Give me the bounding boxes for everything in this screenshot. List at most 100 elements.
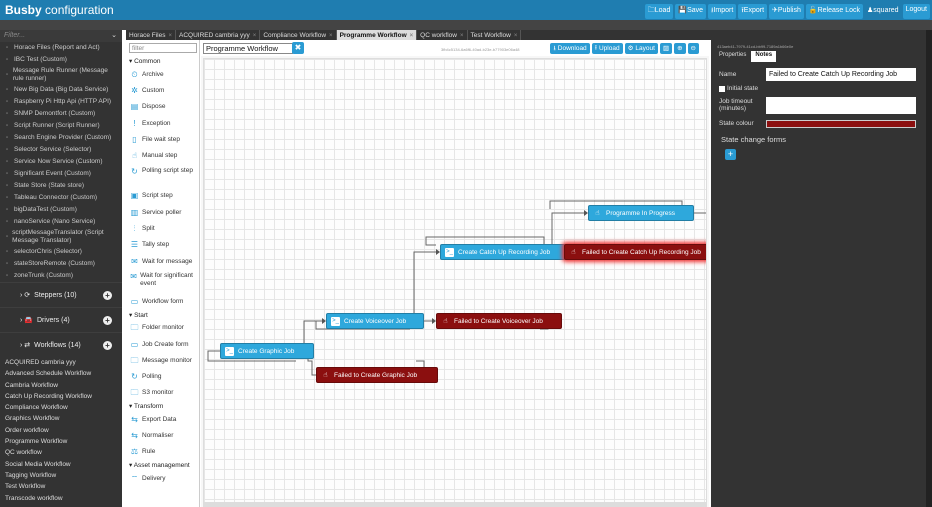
sidebar-service-item[interactable]: ▫ Script Runner (Script Runner): [0, 120, 122, 132]
palette-item[interactable]: ▥ Service poller: [127, 204, 199, 220]
horizontal-scrollbar[interactable]: [203, 503, 707, 507]
sidebar-service-item[interactable]: ▫ SNMP Demontfort (Custom): [0, 108, 122, 120]
close-icon[interactable]: ×: [460, 33, 464, 39]
initial-state-checkbox[interactable]: [719, 85, 725, 92]
sidebar-workflow-item[interactable]: Order workflow: [0, 425, 122, 436]
sidebar-service-item[interactable]: ▫ Raspberry Pi Http Api (HTTP API): [0, 96, 122, 108]
workflow-name-input[interactable]: Programme Workflow: [203, 43, 293, 54]
palette-item[interactable]: ⫶ Split: [127, 220, 199, 236]
sidebar-workflow-item[interactable]: ACQUIRED cambria yyy: [0, 357, 122, 368]
sidebar-service-item[interactable]: ▫ IBC Test (Custom): [0, 54, 122, 66]
sidebar-service-item[interactable]: ▫ New Big Data (Big Data Service): [0, 84, 122, 96]
workflow-node[interactable]: ☝ Failed to Create Graphic Job: [316, 367, 438, 383]
sidebar-workflow-item[interactable]: Compliance Workflow: [0, 402, 122, 413]
palette-item[interactable]: ☰ Tally step: [127, 237, 199, 253]
sidebar-service-item[interactable]: ▫ selectorChris (Selector): [0, 246, 122, 258]
add-icon[interactable]: +: [103, 315, 112, 325]
sidebar-service-item[interactable]: ▫ State Store (State store): [0, 180, 122, 192]
palette-item[interactable]: ▯ File wait step: [127, 131, 199, 147]
sidebar-group[interactable]: › ⇄ Workflows (14) +: [0, 332, 122, 357]
sidebar-workflow-item[interactable]: QC workflow: [0, 447, 122, 458]
add-icon[interactable]: +: [103, 340, 112, 350]
close-icon[interactable]: ×: [514, 33, 518, 39]
sidebar-workflow-item[interactable]: Tagging Workflow: [0, 470, 122, 481]
workflow-grid[interactable]: >_ Create Graphic Job ☝ Failed to Create Gr…: [203, 58, 707, 503]
sidebar-service-item[interactable]: ▫ nanoService (Nano Service): [0, 216, 122, 228]
sidebar-service-item[interactable]: ▫ bigDataTest (Custom): [0, 204, 122, 216]
chevron-down-icon[interactable]: ⌄: [111, 31, 117, 39]
sidebar-group[interactable]: › 🚘 Drivers (4) +: [0, 307, 122, 332]
palette-item[interactable]: ⌔ Delivery: [127, 470, 199, 486]
sidebar-service-item[interactable]: ▫ Search Engine Provider (Custom): [0, 132, 122, 144]
user-menu[interactable]: ♟squared: [865, 4, 901, 19]
sidebar-service-item[interactable]: ▫ Tableau Connector (Custom): [0, 192, 122, 204]
palette-item[interactable]: ⏲ Archive: [127, 66, 199, 82]
right-scrollbar[interactable]: [926, 30, 932, 507]
workflow-node[interactable]: >_ Create Graphic Job: [220, 343, 314, 359]
save-button[interactable]: 💾Save: [675, 4, 707, 19]
palette-item[interactable]: ▭ Job Create form: [127, 336, 199, 352]
close-icon[interactable]: ×: [168, 33, 172, 39]
sidebar-workflow-item[interactable]: Test Workflow: [0, 481, 122, 492]
state-colour-swatch[interactable]: [766, 120, 916, 128]
sidebar-service-item[interactable]: ▫ zoneTrunk (Custom): [0, 270, 122, 282]
palette-item[interactable]: ▤ Dispose: [127, 99, 199, 115]
palette-item[interactable]: 🗀 S3 monitor: [127, 385, 199, 401]
sidebar-service-item[interactable]: ▫ Selector Service (Selector): [0, 144, 122, 156]
image-button[interactable]: ▨: [659, 43, 673, 54]
tab-programme-workflow[interactable]: Programme Workflow ×: [336, 30, 418, 40]
name-field[interactable]: Failed to Create Catch Up Recording Job: [766, 68, 916, 81]
load-button[interactable]: 🗀Load: [644, 4, 674, 19]
sidebar-service-item[interactable]: ▫ Message Rule Runner (Message rule runne…: [0, 66, 122, 84]
close-icon[interactable]: ✖: [292, 42, 304, 54]
palette-item[interactable]: ▣ Script step: [127, 188, 199, 204]
workflow-node[interactable]: >_ Create Voiceover Job: [326, 313, 424, 329]
sidebar-workflow-item[interactable]: Transcode workflow: [0, 493, 122, 504]
palette-item[interactable]: ✲ Custom: [127, 82, 199, 98]
sidebar-service-item[interactable]: ▫ Service Now Service (Custom): [0, 156, 122, 168]
close-icon[interactable]: ×: [253, 33, 257, 39]
palette-item[interactable]: 🗀 Folder monitor: [127, 320, 199, 336]
palette-item[interactable]: ✉ Wait for significant event: [127, 269, 199, 293]
palette-item[interactable]: ✉ Wait for message: [127, 253, 199, 269]
logout-button[interactable]: Logout: [902, 4, 930, 19]
sidebar-service-item[interactable]: ▫ Significant Event (Custom): [0, 168, 122, 180]
add-form-button[interactable]: +: [725, 149, 736, 160]
palette-item[interactable]: ⇆ Export Data: [127, 411, 199, 427]
palette-item[interactable]: ! Exception: [127, 115, 199, 131]
palette-filter-input[interactable]: filter: [129, 43, 197, 53]
workflow-node[interactable]: ☝ Failed to Create Catch Up Recording Job: [564, 244, 706, 260]
layout-button[interactable]: ⚙ Layout: [624, 43, 658, 54]
palette-item[interactable]: ↻ Polling script step: [127, 164, 199, 188]
release-lock-button[interactable]: 🔓Release Lock: [805, 4, 863, 19]
sidebar-workflow-item[interactable]: Social Media Workflow: [0, 459, 122, 470]
export-button[interactable]: ⭱Export: [738, 4, 768, 19]
sidebar-workflow-item[interactable]: Advanced Schedule Workflow: [0, 368, 122, 379]
sidebar-filter-input[interactable]: Filter... ⌄: [0, 30, 122, 42]
download-button[interactable]: ⭳ Download: [550, 43, 590, 54]
tab-horace-files[interactable]: Horace Files ×: [126, 30, 176, 40]
zoom-in-button[interactable]: ⊕: [674, 43, 686, 54]
tab-compliance-workflow[interactable]: Compliance Workflow ×: [260, 30, 337, 40]
palette-item[interactable]: ↻ Polling: [127, 368, 199, 384]
close-icon[interactable]: ×: [329, 33, 333, 39]
sidebar-service-item[interactable]: ▫ scriptMessageTranslator (Script Message…: [0, 228, 122, 246]
upload-button[interactable]: ⭱ Upload: [591, 43, 623, 54]
palette-item[interactable]: ⇆ Normaliser: [127, 427, 199, 443]
sidebar-workflow-item[interactable]: Catch Up Recording Workflow: [0, 391, 122, 402]
workflow-node[interactable]: >_ Create Catch Up Recording Job: [440, 244, 566, 260]
publish-button[interactable]: ✈Publish: [769, 4, 804, 19]
sidebar-service-item[interactable]: ▫ stateStoreRemote (Custom): [0, 258, 122, 270]
palette-item[interactable]: ▭ Workflow form: [127, 293, 199, 309]
palette-section-header[interactable]: ▾ Asset management: [127, 460, 199, 470]
palette-section-header[interactable]: ▾ Start: [127, 310, 199, 320]
tab-acquired-cambria-yyy[interactable]: ACQUIRED cambria yyy ×: [176, 30, 261, 40]
palette-item[interactable]: ⚖ Rule: [127, 444, 199, 460]
tab-qc-workflow[interactable]: QC workflow ×: [417, 30, 468, 40]
palette-section-header[interactable]: ▾ Transform: [127, 401, 199, 411]
sidebar-workflow-item[interactable]: Cambria Workflow: [0, 380, 122, 391]
sidebar-service-item[interactable]: ▫ Horace Files (Report and Act): [0, 42, 122, 54]
close-icon[interactable]: ×: [410, 33, 414, 39]
tab-properties[interactable]: Properties: [715, 51, 750, 62]
workflow-node[interactable]: ☝ Programme In Progress: [588, 205, 694, 221]
